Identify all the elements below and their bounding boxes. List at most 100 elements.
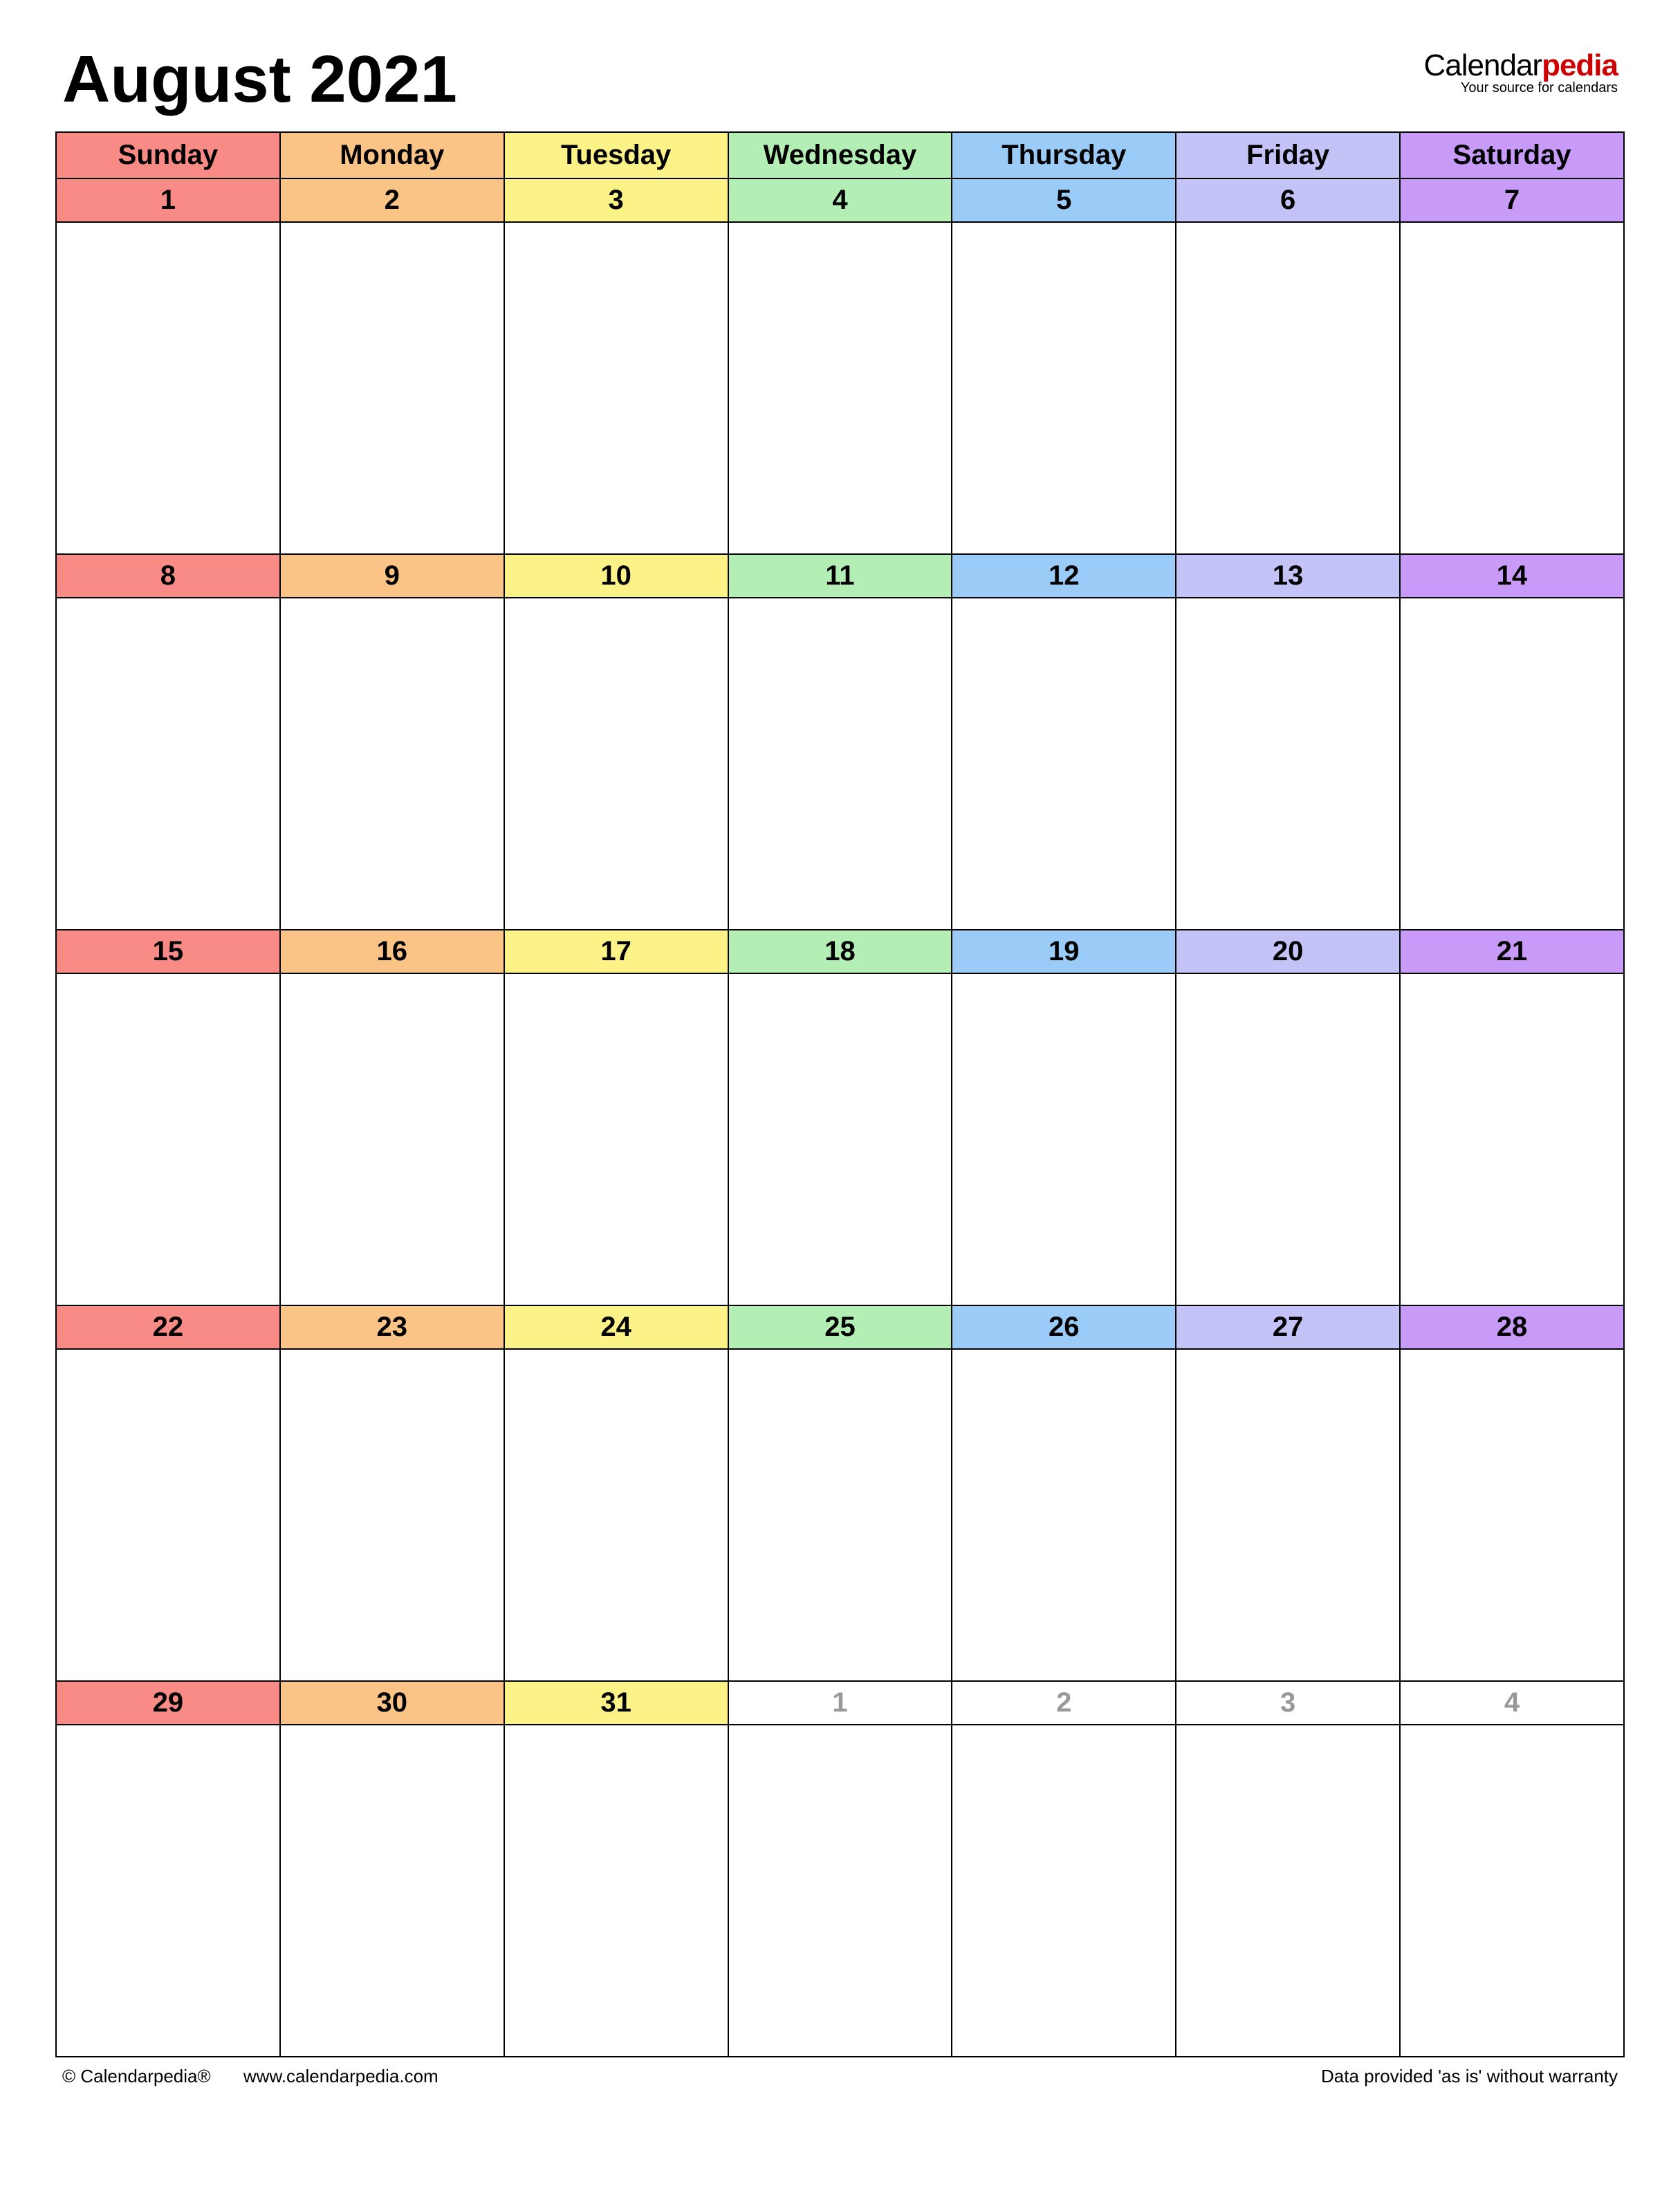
date-cell: 27 [1176, 1305, 1400, 1349]
note-cell [1176, 222, 1400, 554]
note-cell [1400, 1349, 1624, 1681]
note-cell [1176, 1349, 1400, 1681]
date-cell: 1 [728, 1681, 952, 1725]
date-row: 22232425262728 [56, 1305, 1624, 1349]
note-row [56, 1349, 1624, 1681]
note-cell [728, 222, 952, 554]
note-row [56, 973, 1624, 1305]
footer-url: www.calendarpedia.com [243, 2066, 439, 2086]
weekday-header-fri: Friday [1176, 132, 1400, 178]
date-cell: 3 [504, 178, 728, 222]
brand-block: Calendarpedia Your source for calendars [1424, 42, 1618, 96]
date-cell: 21 [1400, 930, 1624, 973]
date-cell: 5 [952, 178, 1176, 222]
date-cell: 2 [280, 178, 504, 222]
note-cell [56, 222, 280, 554]
note-cell [1400, 1725, 1624, 2057]
weekday-header-wed: Wednesday [728, 132, 952, 178]
calendar-table: SundayMondayTuesdayWednesdayThursdayFrid… [55, 131, 1625, 2057]
weekday-header-thu: Thursday [952, 132, 1176, 178]
date-cell: 4 [728, 178, 952, 222]
note-cell [56, 973, 280, 1305]
date-cell: 15 [56, 930, 280, 973]
note-cell [952, 222, 1176, 554]
date-row: 2930311234 [56, 1681, 1624, 1725]
header: August 2021 Calendarpedia Your source fo… [55, 42, 1625, 118]
brand-part1: Calendar [1424, 48, 1542, 82]
note-cell [1176, 1725, 1400, 2057]
note-cell [1400, 973, 1624, 1305]
footer-left: © Calendarpedia® www.calendarpedia.com [62, 2066, 466, 2087]
date-cell: 10 [504, 554, 728, 598]
calendar-head: SundayMondayTuesdayWednesdayThursdayFrid… [56, 132, 1624, 178]
date-row: 891011121314 [56, 554, 1624, 598]
note-cell [1400, 222, 1624, 554]
note-cell [280, 973, 504, 1305]
note-cell [504, 1725, 728, 2057]
copyright-text: © Calendarpedia® [62, 2066, 211, 2086]
weekday-header-sat: Saturday [1400, 132, 1624, 178]
date-cell: 14 [1400, 554, 1624, 598]
note-cell [728, 598, 952, 930]
note-cell [504, 1349, 728, 1681]
footer-disclaimer: Data provided 'as is' without warranty [1321, 2066, 1618, 2087]
note-cell [56, 1349, 280, 1681]
note-cell [56, 1725, 280, 2057]
date-cell: 31 [504, 1681, 728, 1725]
note-cell [504, 598, 728, 930]
note-cell [952, 973, 1176, 1305]
weekday-header-tue: Tuesday [504, 132, 728, 178]
brand-name: Calendarpedia [1424, 48, 1618, 83]
date-cell: 18 [728, 930, 952, 973]
date-cell: 6 [1176, 178, 1400, 222]
note-cell [1400, 598, 1624, 930]
date-cell: 17 [504, 930, 728, 973]
date-cell: 29 [56, 1681, 280, 1725]
note-row [56, 222, 1624, 554]
date-row: 15161718192021 [56, 930, 1624, 973]
note-cell [728, 973, 952, 1305]
date-cell: 2 [952, 1681, 1176, 1725]
note-cell [952, 1349, 1176, 1681]
note-cell [728, 1725, 952, 2057]
weekday-header-mon: Monday [280, 132, 504, 178]
weekday-header-sun: Sunday [56, 132, 280, 178]
note-cell [728, 1349, 952, 1681]
date-cell: 11 [728, 554, 952, 598]
calendar-body: 1234567891011121314151617181920212223242… [56, 178, 1624, 2057]
date-cell: 24 [504, 1305, 728, 1349]
note-cell [1176, 973, 1400, 1305]
date-cell: 8 [56, 554, 280, 598]
date-cell: 23 [280, 1305, 504, 1349]
date-cell: 19 [952, 930, 1176, 973]
note-cell [504, 222, 728, 554]
date-cell: 22 [56, 1305, 280, 1349]
date-cell: 9 [280, 554, 504, 598]
date-cell: 16 [280, 930, 504, 973]
date-cell: 3 [1176, 1681, 1400, 1725]
date-cell: 7 [1400, 178, 1624, 222]
note-cell [280, 222, 504, 554]
date-cell: 12 [952, 554, 1176, 598]
note-cell [1176, 598, 1400, 930]
brand-part2: pedia [1542, 48, 1618, 82]
date-cell: 20 [1176, 930, 1400, 973]
note-cell [280, 598, 504, 930]
note-cell [280, 1725, 504, 2057]
date-row: 1234567 [56, 178, 1624, 222]
date-cell: 26 [952, 1305, 1176, 1349]
note-cell [56, 598, 280, 930]
note-cell [280, 1349, 504, 1681]
page-title: August 2021 [62, 42, 457, 118]
note-cell [952, 598, 1176, 930]
note-cell [504, 973, 728, 1305]
footer: © Calendarpedia® www.calendarpedia.com D… [55, 2057, 1625, 2087]
note-cell [952, 1725, 1176, 2057]
date-cell: 25 [728, 1305, 952, 1349]
note-row [56, 1725, 1624, 2057]
date-cell: 13 [1176, 554, 1400, 598]
date-cell: 1 [56, 178, 280, 222]
date-cell: 28 [1400, 1305, 1624, 1349]
date-cell: 30 [280, 1681, 504, 1725]
date-cell: 4 [1400, 1681, 1624, 1725]
